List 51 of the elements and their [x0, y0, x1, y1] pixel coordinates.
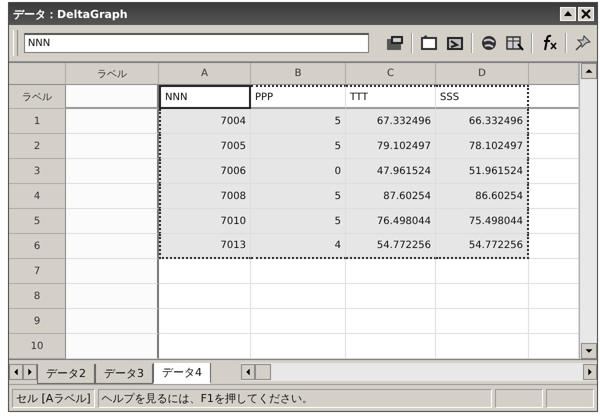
table-cell[interactable]: 5	[251, 109, 346, 134]
table-cell[interactable]: 86.60254	[436, 184, 529, 209]
table-cell[interactable]: 0	[251, 159, 346, 184]
table-cell[interactable]: 75.498044	[436, 209, 529, 234]
table-cell[interactable]: 78.102497	[436, 134, 529, 159]
table-cell[interactable]: 7008	[159, 184, 251, 209]
table-cell[interactable]: 66.332496	[436, 109, 529, 134]
table-cell[interactable]: 54.772256	[436, 234, 529, 259]
table-cell[interactable]: 7010	[159, 209, 251, 234]
table-cell[interactable]: NNN	[159, 85, 251, 109]
table-cell[interactable]: 5	[251, 209, 346, 234]
table-cell[interactable]: 76.498044	[346, 209, 436, 234]
column-header[interactable]: ラベル	[66, 63, 159, 85]
table-cell[interactable]: 7005	[159, 134, 251, 159]
column-header[interactable]: A	[159, 63, 251, 85]
table-cell[interactable]: 5	[251, 134, 346, 159]
column-header[interactable]: B	[251, 63, 346, 85]
row-header[interactable]: ラベル	[9, 85, 66, 109]
row-header[interactable]: 4	[9, 184, 66, 209]
table-cell[interactable]: 54.772256	[346, 234, 436, 259]
row-header[interactable]: 5	[9, 209, 66, 234]
table-cell[interactable]: SSS	[436, 85, 529, 109]
entry-field[interactable]: NNN	[24, 33, 369, 53]
table-cell[interactable]: 7004	[159, 109, 251, 134]
row-header[interactable]: 8	[9, 284, 66, 309]
table-cell[interactable]: 7013	[159, 234, 251, 259]
sheet-tab[interactable]: データ2	[37, 364, 95, 384]
table-cell[interactable]: 7006	[159, 159, 251, 184]
row-header[interactable]: 9	[9, 309, 66, 334]
table-cell[interactable]: 47.961524	[346, 159, 436, 184]
row-header[interactable]: 3	[9, 159, 66, 184]
sheet-tab[interactable]: データ3	[95, 364, 153, 384]
row-header[interactable]: 6	[9, 234, 66, 259]
row-header[interactable]: 1	[9, 109, 66, 134]
table-cell[interactable]: 79.102497	[346, 134, 436, 159]
table-cell[interactable]: 87.60254	[346, 184, 436, 209]
table-cell[interactable]: 67.332496	[346, 109, 436, 134]
row-header[interactable]: 10	[9, 334, 66, 359]
table-cell[interactable]: 51.961524	[436, 159, 529, 184]
row-header[interactable]: 2	[9, 134, 66, 159]
table-cell[interactable]: 5	[251, 184, 346, 209]
table-cell[interactable]: 4	[251, 234, 346, 259]
column-header[interactable]: C	[346, 63, 436, 85]
window-title: データ：DeltaGraph	[13, 6, 128, 22]
status-cell-reference: セル [Aラベル]	[12, 388, 95, 408]
column-header[interactable]: D	[436, 63, 529, 85]
status-help-text: ヘルプを見るには、F1を押してください。	[98, 388, 492, 408]
row-header[interactable]: 7	[9, 259, 66, 284]
table-cell[interactable]: TTT	[346, 85, 436, 109]
table-cell[interactable]: PPP	[251, 85, 346, 109]
sheet-tab[interactable]: データ4	[153, 363, 211, 384]
